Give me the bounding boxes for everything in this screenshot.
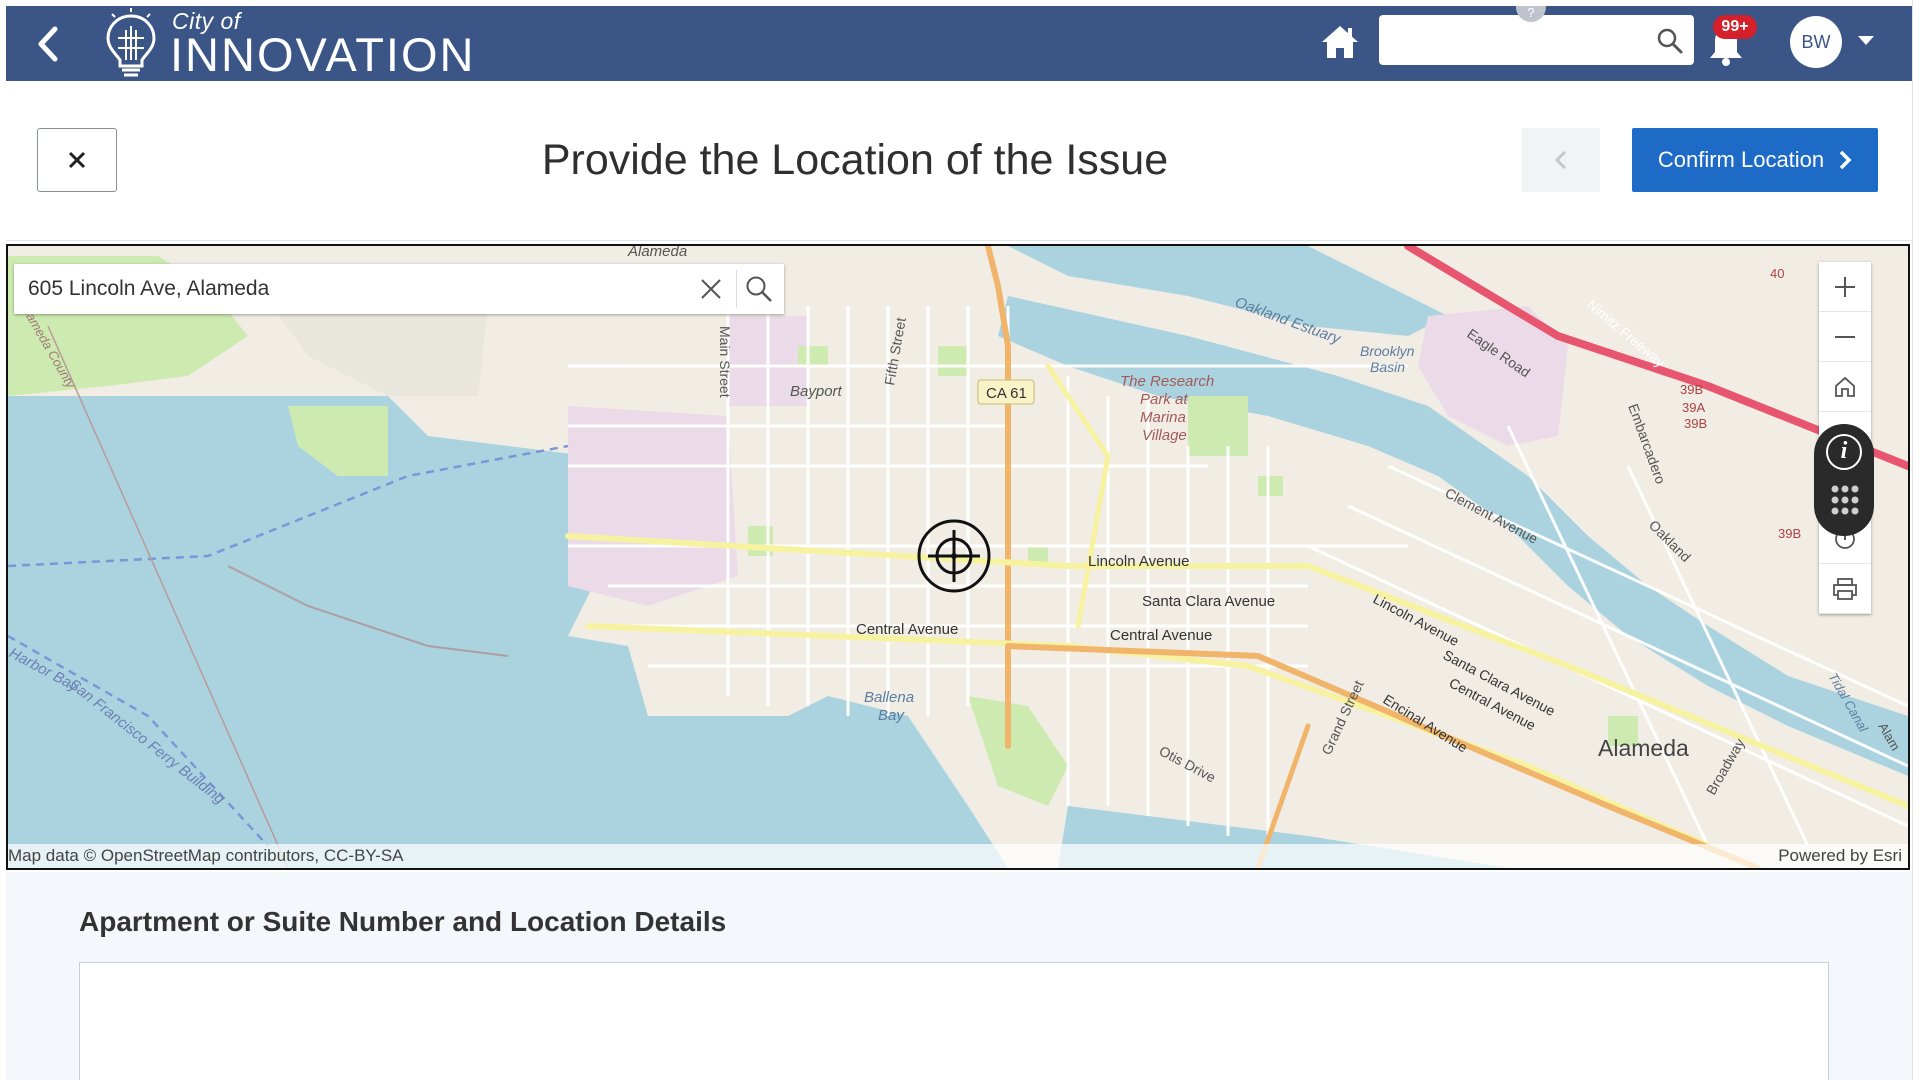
map-label: Park at (1140, 391, 1188, 408)
zoom-out-button[interactable] (1819, 312, 1871, 362)
map-label: 39B (1778, 526, 1801, 541)
zoom-in-icon (1835, 276, 1855, 297)
map-label: Brooklyn (1360, 343, 1415, 359)
map-label: Ballena (864, 689, 914, 706)
city-logo[interactable]: City of INNOVATION (98, 8, 476, 80)
default-extent-button[interactable] (1819, 362, 1871, 412)
notification-badge: 99+ (1713, 15, 1757, 39)
clear-icon[interactable] (698, 276, 724, 302)
page-scrollbar[interactable] (1912, 0, 1920, 1080)
print-button[interactable] (1819, 564, 1871, 614)
search-icon[interactable] (1656, 27, 1684, 55)
global-search (1379, 15, 1694, 65)
home-extent-icon (1835, 376, 1855, 397)
map-label: Central Avenue (856, 621, 958, 638)
bulb-logo-icon (106, 8, 156, 77)
map-label: CA 61 (986, 385, 1027, 402)
top-navigation-bar: City of INNOVATION ? 99+ BW (6, 6, 1912, 81)
map-attribution-bar: Map data © OpenStreetMap contributors, C… (8, 844, 1908, 868)
grid-icon[interactable] (1830, 484, 1860, 524)
chevron-right-icon (1839, 150, 1852, 170)
map-search (14, 264, 784, 314)
search-separator (736, 270, 737, 308)
map-attribution[interactable]: Map data © OpenStreetMap contributors, C… (8, 846, 404, 866)
map-label: Main Street (717, 326, 733, 398)
map-label: Santa Clara Avenue (1142, 593, 1275, 610)
logo-title: INNOVATION (170, 28, 476, 81)
print-icon (1833, 577, 1857, 600)
map-label: Alameda (627, 246, 687, 260)
confirm-location-button[interactable]: Confirm Location (1632, 128, 1878, 192)
map-label: The Research (1120, 373, 1214, 390)
crosshair-icon[interactable] (916, 518, 992, 594)
home-icon (1322, 26, 1358, 58)
avatar[interactable]: BW (1790, 16, 1842, 68)
close-icon (68, 151, 86, 169)
address-search-input[interactable] (14, 264, 694, 314)
close-button[interactable] (37, 128, 117, 192)
chevron-down-icon[interactable] (1858, 36, 1874, 45)
chevron-left-icon (1554, 150, 1567, 170)
map-label: Bay (878, 707, 905, 724)
global-search-input[interactable] (1379, 15, 1649, 65)
page-title: Provide the Location of the Issue (541, 136, 1169, 184)
previous-button[interactable] (1522, 128, 1600, 192)
map-label: Marina (1140, 409, 1186, 426)
zoom-out-icon (1835, 335, 1855, 338)
location-details-label: Apartment or Suite Number and Location D… (79, 906, 727, 937)
map-label: 39B (1684, 416, 1707, 431)
back-icon (38, 26, 58, 62)
home-button[interactable] (1318, 20, 1362, 64)
map-label: 40 (1770, 266, 1784, 281)
info-toggle: i (1814, 424, 1874, 536)
map-label: Lincoln Avenue (1088, 553, 1189, 570)
map-label: Basin (1370, 359, 1405, 375)
zoom-in-button[interactable] (1819, 262, 1871, 312)
search-icon[interactable] (744, 274, 774, 304)
confirm-location-label: Confirm Location (1657, 147, 1825, 172)
map-label: Village (1142, 427, 1187, 444)
info-icon[interactable]: i (1826, 434, 1862, 470)
back-button[interactable] (28, 22, 68, 66)
map-label: Alameda (1598, 735, 1689, 761)
map-label: 39A (1682, 400, 1705, 415)
map-label: Bayport (790, 383, 843, 400)
map-label: Central Avenue (1110, 627, 1212, 644)
powered-by-esri[interactable]: Powered by Esri (1778, 846, 1902, 866)
location-details-section: Apartment or Suite Number and Location D… (6, 872, 1912, 1080)
location-details-textarea[interactable] (79, 962, 1829, 1080)
map-label: 39B (1680, 382, 1703, 397)
location-map[interactable]: Alameda Main Street Fifth Street Bayport… (6, 244, 1910, 870)
header-divider (6, 240, 1912, 241)
